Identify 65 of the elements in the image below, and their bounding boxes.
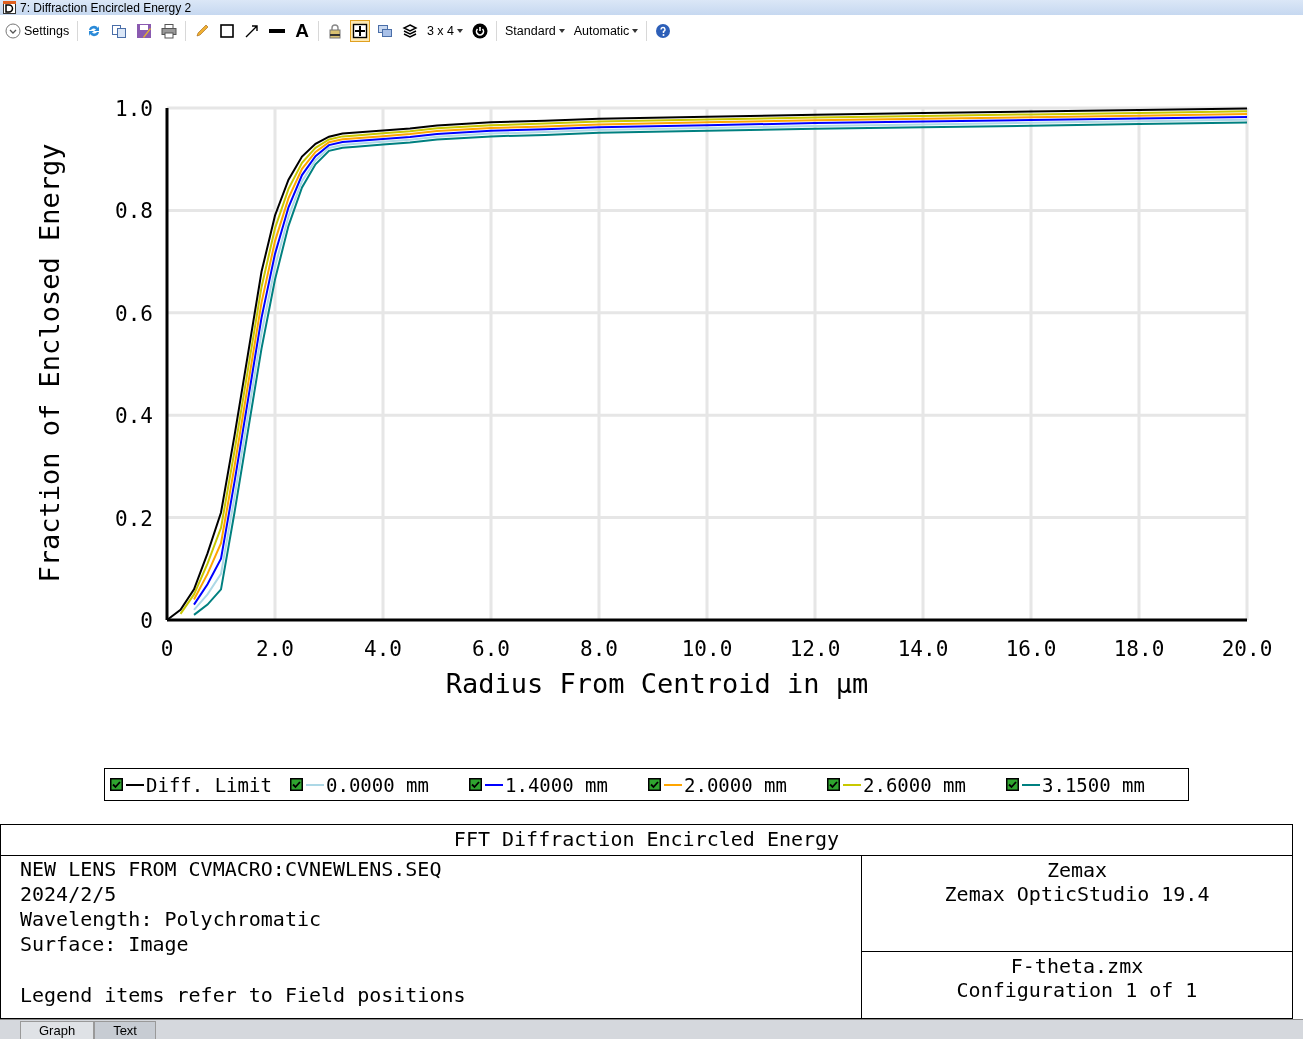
padlock-icon bbox=[326, 22, 343, 39]
y-tick-label: 1.0 bbox=[115, 97, 153, 121]
info-text: NEW LENS FROM CVMACRO:CVNEWLENS.SEQ bbox=[20, 857, 443, 882]
y-tick-label: 0 bbox=[140, 609, 153, 633]
x-tick-label: 10.0 bbox=[681, 637, 733, 661]
caret-icon bbox=[558, 28, 565, 33]
x-tick-label: 12.0 bbox=[789, 637, 841, 661]
x-tick-label: 2.0 bbox=[256, 637, 294, 661]
printer-icon bbox=[161, 22, 178, 39]
pencil-icon bbox=[194, 22, 211, 39]
help-icon bbox=[655, 22, 672, 39]
checkbox-icon[interactable] bbox=[648, 778, 661, 791]
info-text: 2024/2/5 bbox=[20, 882, 118, 907]
report-title: FFT Diffraction Encircled Energy bbox=[1, 825, 1292, 856]
view-dropdown[interactable]: Standard bbox=[503, 19, 567, 42]
grid-size-dropdown[interactable]: 3 x 4 bbox=[424, 19, 465, 42]
legend-label: Diff. Limit bbox=[146, 773, 272, 796]
legend-label: 2.0000 mm bbox=[684, 773, 787, 796]
x-tick-label: 20.0 bbox=[1221, 637, 1273, 661]
caret-icon bbox=[457, 28, 463, 33]
windows-icon bbox=[376, 22, 393, 39]
y-tick-label: 0.4 bbox=[115, 404, 153, 429]
info-text: Configuration 1 of 1 bbox=[955, 978, 1199, 1002]
y-tick-label: 0.2 bbox=[115, 506, 153, 531]
checkbox-icon[interactable] bbox=[110, 778, 123, 791]
window-title: 7: Diffraction Encircled Energy 2 bbox=[20, 0, 192, 15]
arrow-icon bbox=[244, 22, 261, 39]
info-text: Surface: Image bbox=[20, 932, 190, 957]
legend-label: 2.6000 mm bbox=[863, 773, 966, 796]
checkbox-icon[interactable] bbox=[290, 778, 303, 791]
info-note: Legend items refer to Field positions bbox=[20, 983, 467, 1008]
view-dropdown[interactable]: Automatic bbox=[571, 19, 641, 42]
chevron-circle-icon bbox=[5, 22, 21, 39]
settings-button[interactable]: Settings bbox=[3, 19, 72, 42]
tab[interactable]: Graph bbox=[20, 1021, 95, 1039]
x-axis-title: Radius From Centroid in µm bbox=[445, 668, 869, 699]
legend-label: 0.0000 mm bbox=[326, 773, 429, 796]
info-text: Zemax bbox=[1045, 858, 1109, 882]
caret-icon bbox=[632, 28, 639, 33]
y-axis-title: Fraction of Enclosed Energy bbox=[34, 143, 65, 583]
info-text: Zemax OpticStudio 19.4 bbox=[943, 882, 1211, 906]
y-tick-label: 0.6 bbox=[115, 301, 153, 326]
checkbox-icon[interactable] bbox=[1006, 778, 1019, 791]
x-tick-label: 14.0 bbox=[897, 637, 949, 661]
x-tick-label: 8.0 bbox=[580, 637, 618, 661]
info-text: F-theta.zmx bbox=[1009, 954, 1145, 978]
rectangle-icon bbox=[219, 22, 236, 39]
legend-label: 3.1500 mm bbox=[1042, 773, 1145, 796]
y-tick-label: 0.8 bbox=[115, 199, 153, 224]
text-tool-button[interactable]: A bbox=[292, 19, 312, 42]
checkbox-icon[interactable] bbox=[827, 778, 840, 791]
x-tick-label: 6.0 bbox=[472, 637, 510, 661]
grid-icon bbox=[351, 22, 368, 39]
tab[interactable]: Text bbox=[94, 1021, 156, 1039]
x-tick-label: 18.0 bbox=[1113, 637, 1165, 661]
x-tick-label: 16.0 bbox=[1005, 637, 1057, 661]
checkbox-icon[interactable] bbox=[469, 778, 482, 791]
legend-label: 1.4000 mm bbox=[505, 773, 608, 796]
layout-toggle-button[interactable] bbox=[349, 19, 370, 42]
x-tick-label: 4.0 bbox=[364, 637, 402, 661]
x-tick-label: 0 bbox=[160, 637, 174, 661]
copy-icon bbox=[111, 22, 128, 39]
info-text: Wavelength: Polychromatic bbox=[20, 907, 323, 932]
power-icon bbox=[472, 22, 488, 39]
layers-icon bbox=[401, 22, 418, 39]
